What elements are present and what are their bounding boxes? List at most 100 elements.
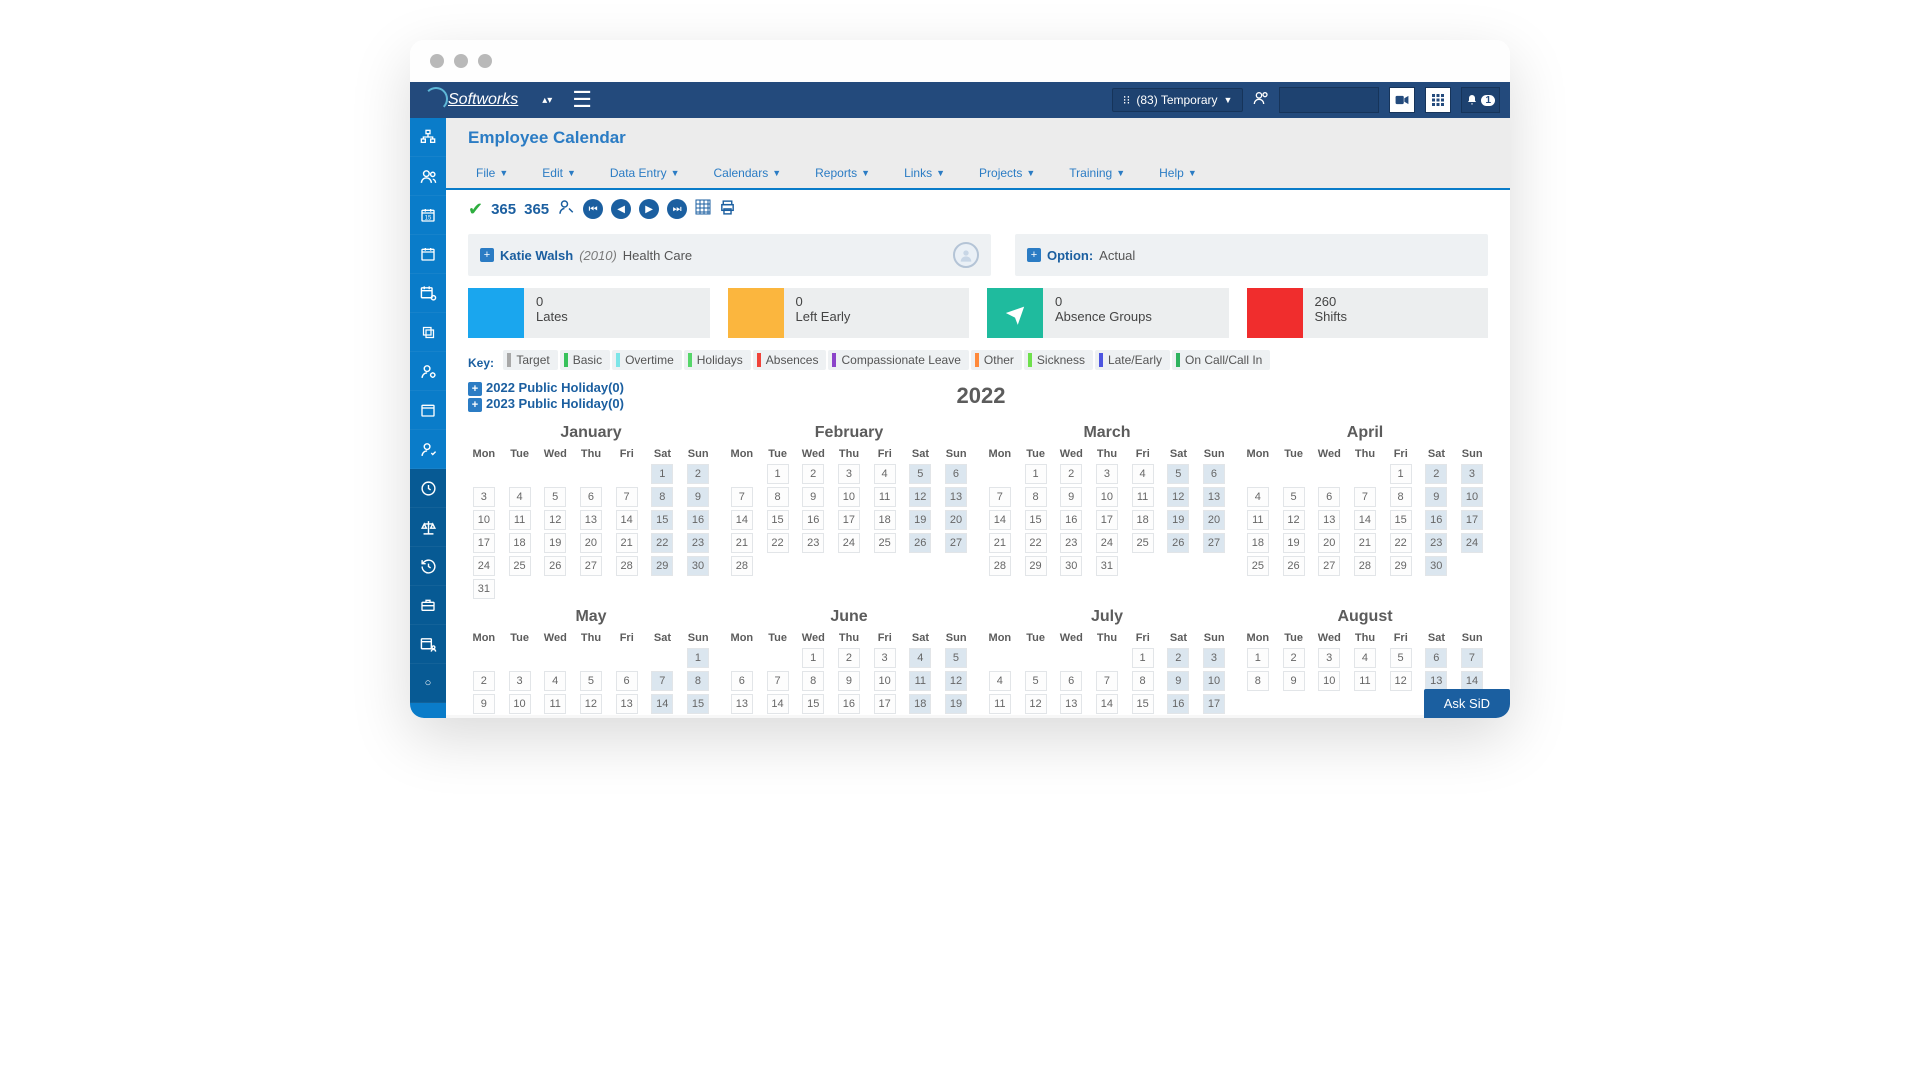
calendar-day[interactable]: 12 (938, 669, 974, 692)
calendar-day[interactable]: 5 (537, 485, 573, 508)
calendar-day[interactable]: 5 (902, 462, 938, 485)
sidebar-item-history[interactable] (410, 547, 446, 586)
calendar-day[interactable]: 27 (573, 554, 609, 577)
calendar-day[interactable]: 1 (1240, 646, 1276, 669)
calendar-day[interactable]: 17 (867, 692, 903, 715)
calendar-day[interactable]: 23 (1418, 531, 1454, 554)
calendar-day[interactable]: 2 (1276, 646, 1312, 669)
calendar-day[interactable]: 28 (1347, 554, 1383, 577)
calendar-day[interactable]: 23 (680, 531, 716, 554)
employee-info-panel[interactable]: + Katie Walsh (2010) Health Care (468, 234, 991, 276)
calendar-day[interactable]: 23 (795, 531, 831, 554)
calendar-day[interactable]: 13 (724, 692, 760, 715)
calendar-day[interactable]: 1 (1018, 462, 1054, 485)
calendar-day[interactable]: 11 (982, 692, 1018, 715)
calendar-day[interactable]: 12 (902, 485, 938, 508)
calendar-day[interactable]: 15 (760, 508, 796, 531)
calendar-day[interactable]: 4 (502, 485, 538, 508)
calendar-day[interactable]: 3 (1196, 646, 1232, 669)
option-panel[interactable]: + Option: Actual (1015, 234, 1488, 276)
sidebar-item-calendar-gear[interactable] (410, 274, 446, 313)
calendar-day[interactable]: 19 (1276, 531, 1312, 554)
calendar-day[interactable]: 3 (867, 646, 903, 669)
calendar-day[interactable]: 5 (1383, 646, 1419, 669)
calendar-day[interactable]: 8 (1383, 485, 1419, 508)
calendar-day[interactable]: 13 (1196, 485, 1232, 508)
calendar-day[interactable]: 10 (1454, 485, 1490, 508)
calendar-day[interactable]: 13 (1053, 692, 1089, 715)
calendar-day[interactable]: 13 (573, 508, 609, 531)
check-icon[interactable]: ✔ (468, 199, 483, 220)
calendar-day[interactable]: 17 (1196, 692, 1232, 715)
calendar-day[interactable]: 8 (1125, 669, 1161, 692)
calendar-day[interactable]: 8 (644, 485, 680, 508)
calendar-day[interactable]: 3 (1089, 462, 1125, 485)
calendar-day[interactable]: 25 (1240, 554, 1276, 577)
calendar-day[interactable]: 4 (902, 646, 938, 669)
calendar-day[interactable]: 14 (1089, 692, 1125, 715)
calendar-day[interactable]: 5 (1018, 669, 1054, 692)
365-button-b[interactable]: 365 (524, 201, 549, 218)
menu-projects[interactable]: Projects ▼ (971, 162, 1043, 184)
calendar-day[interactable]: 1 (795, 646, 831, 669)
calendar-day[interactable]: 19 (938, 692, 974, 715)
calendar-day[interactable]: 10 (502, 692, 538, 715)
calendar-day[interactable]: 8 (795, 669, 831, 692)
calendar-day[interactable]: 12 (1160, 485, 1196, 508)
calendar-day[interactable]: 24 (466, 554, 502, 577)
grid-icon[interactable] (695, 199, 711, 219)
sidebar-item-calendar-15[interactable]: 15 (410, 196, 446, 235)
calendar-day[interactable]: 1 (680, 646, 716, 669)
calendar-day[interactable]: 1 (644, 462, 680, 485)
stat-left-early[interactable]: 0Left Early (728, 288, 970, 338)
calendar-day[interactable]: 15 (1018, 508, 1054, 531)
menu-training[interactable]: Training ▼ (1061, 162, 1133, 184)
calendar-day[interactable]: 25 (867, 531, 903, 554)
calendar-day[interactable]: 25 (1125, 531, 1161, 554)
calendar-day[interactable]: 5 (938, 646, 974, 669)
calendar-day[interactable]: 9 (466, 692, 502, 715)
menu-links[interactable]: Links ▼ (896, 162, 953, 184)
calendar-day[interactable]: 14 (609, 508, 645, 531)
header-search-input[interactable] (1279, 87, 1379, 113)
calendar-day[interactable]: 2 (1418, 462, 1454, 485)
calendar-day[interactable]: 27 (1196, 531, 1232, 554)
print-icon[interactable] (719, 199, 736, 220)
calendar-day[interactable]: 11 (1125, 485, 1161, 508)
sidebar-item-user-check[interactable] (410, 430, 446, 469)
sidebar-item-clock[interactable] (410, 469, 446, 508)
calendar-day[interactable]: 6 (724, 669, 760, 692)
calendar-day[interactable]: 30 (680, 554, 716, 577)
calendar-day[interactable]: 26 (902, 531, 938, 554)
calendar-day[interactable]: 11 (902, 669, 938, 692)
calendar-day[interactable]: 1 (1383, 462, 1419, 485)
calendar-day[interactable]: 24 (831, 531, 867, 554)
apps-grid-icon[interactable] (1425, 87, 1451, 113)
public-holiday-link-2023[interactable]: +2023 Public Holiday(0) (468, 396, 624, 412)
calendar-day[interactable]: 29 (1018, 554, 1054, 577)
calendar-day[interactable]: 9 (680, 485, 716, 508)
sort-toggle-icon[interactable]: ▴▾ (542, 95, 552, 106)
calendar-day[interactable]: 7 (609, 485, 645, 508)
calendar-day[interactable]: 26 (1160, 531, 1196, 554)
calendar-day[interactable]: 14 (760, 692, 796, 715)
calendar-day[interactable]: 6 (1311, 485, 1347, 508)
last-icon[interactable]: ⏭ (667, 199, 687, 219)
calendar-day[interactable]: 21 (724, 531, 760, 554)
calendar-day[interactable]: 4 (537, 669, 573, 692)
calendar-day[interactable]: 8 (1240, 669, 1276, 692)
calendar-day[interactable]: 14 (644, 692, 680, 715)
sidebar-item-calendar[interactable] (410, 235, 446, 274)
calendar-day[interactable]: 18 (502, 531, 538, 554)
calendar-day[interactable]: 22 (1018, 531, 1054, 554)
calendar-day[interactable]: 10 (466, 508, 502, 531)
calendar-day[interactable]: 14 (724, 508, 760, 531)
user-icon[interactable] (1253, 90, 1269, 110)
calendar-day[interactable]: 10 (1311, 669, 1347, 692)
menu-edit[interactable]: Edit ▼ (534, 162, 584, 184)
sidebar-item-briefcase[interactable] (410, 586, 446, 625)
calendar-day[interactable]: 16 (1160, 692, 1196, 715)
calendar-day[interactable]: 7 (760, 669, 796, 692)
calendar-day[interactable]: 13 (938, 485, 974, 508)
menu-data-entry[interactable]: Data Entry ▼ (602, 162, 688, 184)
